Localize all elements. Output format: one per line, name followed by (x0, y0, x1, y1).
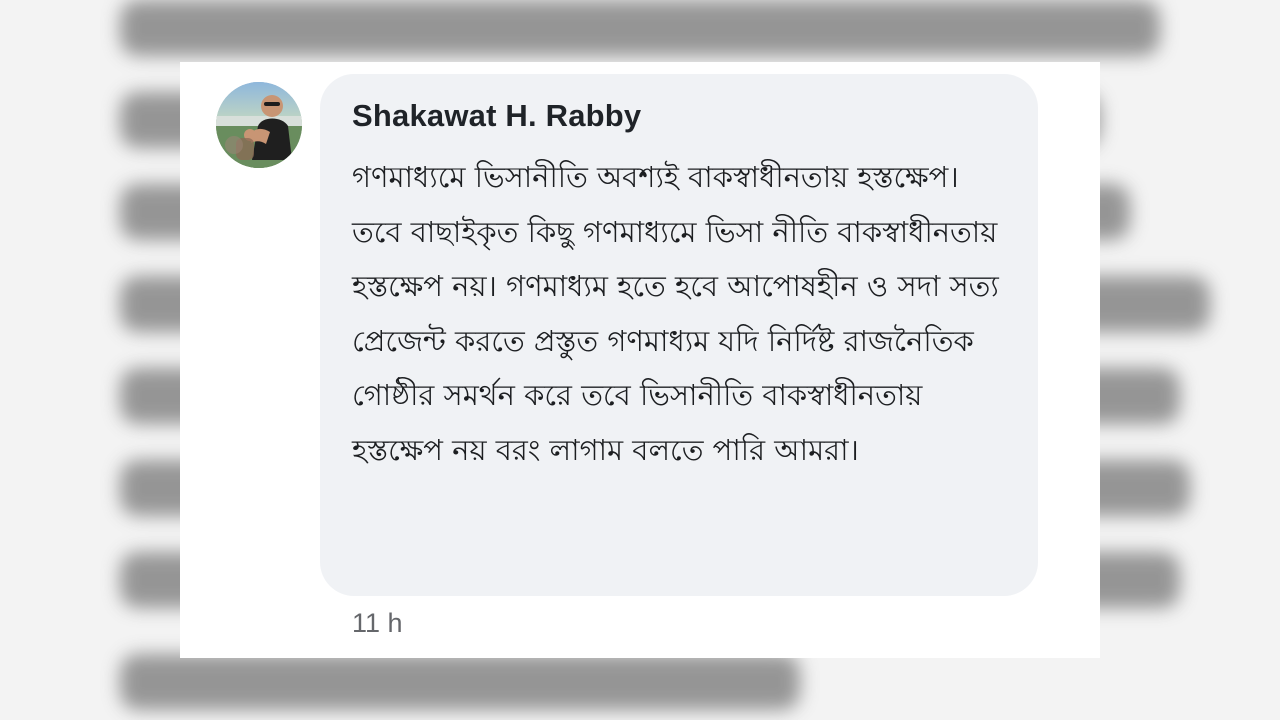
comment-timestamp[interactable]: 11 h (352, 608, 403, 639)
screenshot-stage: Shakawat H. Rabby গণমাধ্যমে ভিসানীতি অবশ… (0, 0, 1280, 720)
comment-bubble: Shakawat H. Rabby গণমাধ্যমে ভিসানীতি অবশ… (320, 74, 1038, 596)
profile-photo-icon (216, 82, 302, 168)
avatar[interactable] (216, 82, 302, 168)
blurred-text-line (120, 0, 1160, 56)
blurred-text-line (120, 654, 800, 710)
comment-author[interactable]: Shakawat H. Rabby (352, 98, 641, 134)
comment-card: Shakawat H. Rabby গণমাধ্যমে ভিসানীতি অবশ… (180, 62, 1100, 658)
comment-text: গণমাধ্যমে ভিসানীতি অবশ্যই বাকস্বাধীনতায়… (352, 160, 999, 467)
